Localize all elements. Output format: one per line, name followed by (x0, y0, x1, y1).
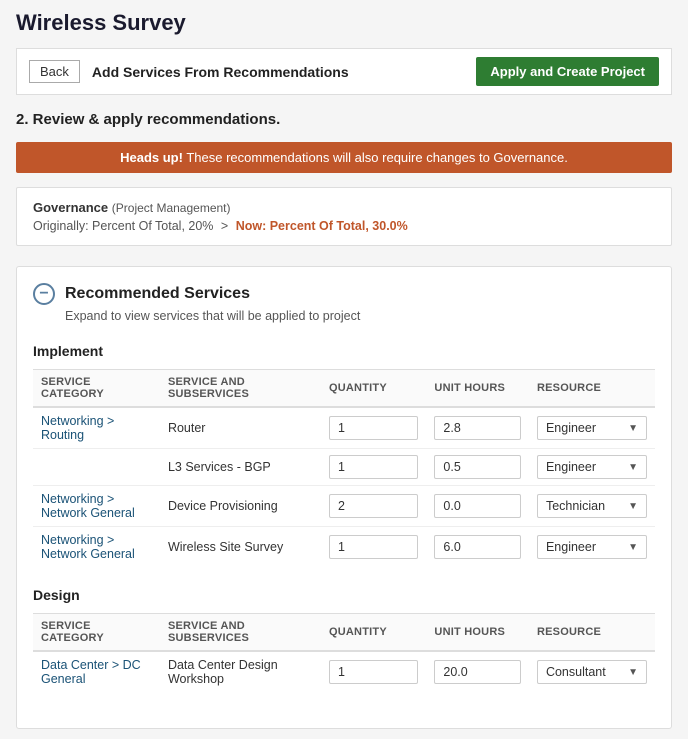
quantity-input[interactable] (329, 455, 418, 479)
row-quantity-cell (321, 449, 426, 486)
governance-change: Originally: Percent Of Total, 20% > Now:… (33, 219, 655, 233)
row-quantity-cell (321, 486, 426, 527)
resource-value: Engineer (546, 540, 596, 554)
resource-select[interactable]: Engineer ▼ (537, 416, 647, 440)
chevron-down-icon: ▼ (628, 667, 638, 678)
resource-value: Consultant (546, 665, 606, 679)
row-resource-cell: Engineer ▼ (529, 527, 655, 568)
back-button[interactable]: Back (29, 60, 80, 83)
implement-col-category: SERVICE CATEGORY (33, 370, 160, 408)
resource-select[interactable]: Technician ▼ (537, 494, 647, 518)
chevron-down-icon: ▼ (628, 423, 638, 434)
quantity-input[interactable] (329, 494, 418, 518)
governance-title: Governance (33, 200, 108, 215)
implement-table: SERVICE CATEGORY SERVICE AND SUBSERVICES… (33, 369, 655, 567)
implement-col-service: SERVICE AND SUBSERVICES (160, 370, 321, 408)
row-unit-hours-cell (426, 486, 529, 527)
unit-hours-input[interactable] (434, 535, 521, 559)
resource-select[interactable]: Engineer ▼ (537, 535, 647, 559)
design-label: Design (33, 587, 655, 603)
alert-prefix: Heads up! (120, 150, 183, 165)
row-service: Router (160, 407, 321, 449)
step-heading: 2. Review & apply recommendations. (16, 111, 672, 128)
row-category (33, 449, 160, 486)
top-bar: Back Add Services From Recommendations A… (16, 48, 672, 95)
governance-original: Originally: Percent Of Total, 20% (33, 219, 213, 233)
row-category: Networking > Routing (33, 407, 160, 449)
resource-select[interactable]: Consultant ▼ (537, 660, 647, 684)
rec-header: − Recommended Services (33, 283, 655, 305)
row-resource-cell: Consultant ▼ (529, 651, 655, 692)
top-bar-section-label: Add Services From Recommendations (92, 64, 349, 80)
alert-message: These recommendations will also require … (183, 150, 568, 165)
governance-subtitle: (Project Management) (112, 201, 231, 215)
unit-hours-input[interactable] (434, 455, 521, 479)
resource-value: Technician (546, 499, 605, 513)
chevron-down-icon: ▼ (628, 542, 638, 553)
unit-hours-input[interactable] (434, 660, 521, 684)
quantity-input[interactable] (329, 416, 418, 440)
governance-box: Governance (Project Management) Original… (16, 187, 672, 246)
design-table: SERVICE CATEGORY SERVICE AND SUBSERVICES… (33, 613, 655, 692)
row-service: L3 Services - BGP (160, 449, 321, 486)
governance-title-row: Governance (Project Management) (33, 200, 655, 215)
table-row: Networking > Network General Device Prov… (33, 486, 655, 527)
table-row: Networking > Network General Wireless Si… (33, 527, 655, 568)
row-category: Data Center > DC General (33, 651, 160, 692)
row-category: Networking > Network General (33, 486, 160, 527)
row-quantity-cell (321, 407, 426, 449)
row-service: Wireless Site Survey (160, 527, 321, 568)
unit-hours-input[interactable] (434, 416, 521, 440)
design-col-service: SERVICE AND SUBSERVICES (160, 614, 321, 652)
design-col-quantity: QUANTITY (321, 614, 426, 652)
chevron-down-icon: ▼ (628, 501, 638, 512)
table-row: Data Center > DC General Data Center Des… (33, 651, 655, 692)
quantity-input[interactable] (329, 535, 418, 559)
chevron-down-icon: ▼ (628, 462, 638, 473)
implement-col-quantity: QUANTITY (321, 370, 426, 408)
row-quantity-cell (321, 527, 426, 568)
unit-hours-input[interactable] (434, 494, 521, 518)
table-row: L3 Services - BGP Engineer ▼ (33, 449, 655, 486)
rec-title: Recommended Services (65, 285, 250, 303)
resource-value: Engineer (546, 421, 596, 435)
rec-subtitle: Expand to view services that will be app… (65, 309, 655, 323)
top-bar-left: Back Add Services From Recommendations (29, 60, 349, 83)
resource-select[interactable]: Engineer ▼ (537, 455, 647, 479)
row-category: Networking > Network General (33, 527, 160, 568)
row-unit-hours-cell (426, 527, 529, 568)
page-title: Wireless Survey (16, 10, 672, 36)
row-unit-hours-cell (426, 449, 529, 486)
recommended-services-card: − Recommended Services Expand to view se… (16, 266, 672, 729)
table-row: Networking > Routing Router Engineer ▼ (33, 407, 655, 449)
implement-label: Implement (33, 343, 655, 359)
row-resource-cell: Engineer ▼ (529, 407, 655, 449)
row-service: Device Provisioning (160, 486, 321, 527)
row-quantity-cell (321, 651, 426, 692)
design-col-unit-hours: UNIT HOURS (426, 614, 529, 652)
row-resource-cell: Engineer ▼ (529, 449, 655, 486)
row-service: Data Center Design Workshop (160, 651, 321, 692)
design-col-resource: RESOURCE (529, 614, 655, 652)
design-col-category: SERVICE CATEGORY (33, 614, 160, 652)
row-unit-hours-cell (426, 407, 529, 449)
quantity-input[interactable] (329, 660, 418, 684)
collapse-icon[interactable]: − (33, 283, 55, 305)
apply-create-button[interactable]: Apply and Create Project (476, 57, 659, 86)
alert-banner: Heads up! These recommendations will als… (16, 142, 672, 173)
implement-col-unit-hours: UNIT HOURS (426, 370, 529, 408)
row-resource-cell: Technician ▼ (529, 486, 655, 527)
row-unit-hours-cell (426, 651, 529, 692)
governance-now: Now: Percent Of Total, 30.0% (236, 219, 408, 233)
implement-col-resource: RESOURCE (529, 370, 655, 408)
resource-value: Engineer (546, 460, 596, 474)
governance-arrow: > (221, 219, 228, 233)
